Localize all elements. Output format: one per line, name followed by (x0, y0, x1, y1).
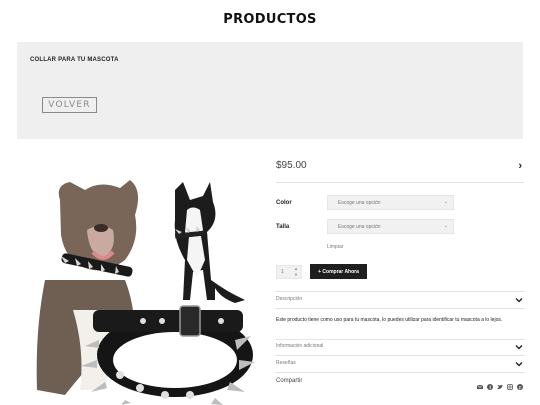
divider (276, 355, 524, 356)
divider (276, 339, 524, 340)
size-select[interactable]: Escoge una opción ⌄ (327, 219, 454, 234)
product-hero-banner: COLLAR PARA TU MASCOTA VOLVER (17, 42, 523, 139)
instagram-icon[interactable] (507, 377, 513, 390)
product-price: $95.00 (276, 160, 307, 171)
description-text: Este producto tiene como uso para tu mas… (276, 317, 503, 323)
next-product-chevron-icon[interactable]: › (518, 160, 522, 172)
chevron-down-icon (515, 362, 523, 367)
back-button[interactable]: VOLVER (42, 97, 97, 113)
color-label: Color (276, 200, 292, 206)
spinner-arrows-icon[interactable]: ▲ ▼ (294, 266, 298, 278)
chevron-down-icon (515, 345, 523, 350)
accordion-reviews-label: Reseñas (276, 360, 296, 366)
dogs-collar-photo (25, 160, 255, 405)
accordion-additional-info[interactable]: Información adicional (276, 341, 524, 353)
divider (276, 308, 524, 309)
pinterest-icon[interactable]: p (517, 377, 523, 391)
envelope-icon[interactable] (476, 377, 484, 389)
color-select-value: Escoge una opción (338, 199, 381, 206)
quantity-value: 1 (281, 269, 284, 275)
buy-now-button[interactable]: + Comprar Ahora (310, 264, 367, 279)
quantity-stepper[interactable]: 1 ▲ ▼ (276, 265, 302, 279)
chevron-down-icon: ⌄ (443, 199, 448, 205)
product-image (25, 160, 255, 405)
size-label: Talla (276, 224, 290, 230)
chevron-down-icon: ⌄ (443, 223, 448, 229)
price-row: $95.00 › (276, 160, 524, 180)
divider (276, 182, 524, 183)
accordion-description[interactable]: Descripción (276, 294, 524, 306)
accordion-additional-info-label: Información adicional (276, 343, 324, 349)
product-title: COLLAR PARA TU MASCOTA (30, 57, 119, 63)
accordion-description-label: Descripción (276, 296, 303, 302)
facebook-icon[interactable] (487, 377, 493, 390)
page-title: PRODUCTOS (223, 12, 317, 27)
divider (276, 372, 524, 373)
share-label: Compartir (276, 378, 303, 384)
chevron-down-icon (515, 298, 523, 303)
clear-options-link[interactable]: Limpiar (327, 244, 343, 250)
svg-text:p: p (519, 386, 522, 390)
twitter-icon[interactable] (497, 377, 503, 389)
size-select-value: Escoge una opción (338, 223, 381, 230)
divider (276, 291, 524, 292)
share-icons: p (476, 377, 523, 391)
color-select[interactable]: Escoge una opción ⌄ (327, 195, 454, 210)
accordion-reviews[interactable]: Reseñas (276, 358, 524, 370)
